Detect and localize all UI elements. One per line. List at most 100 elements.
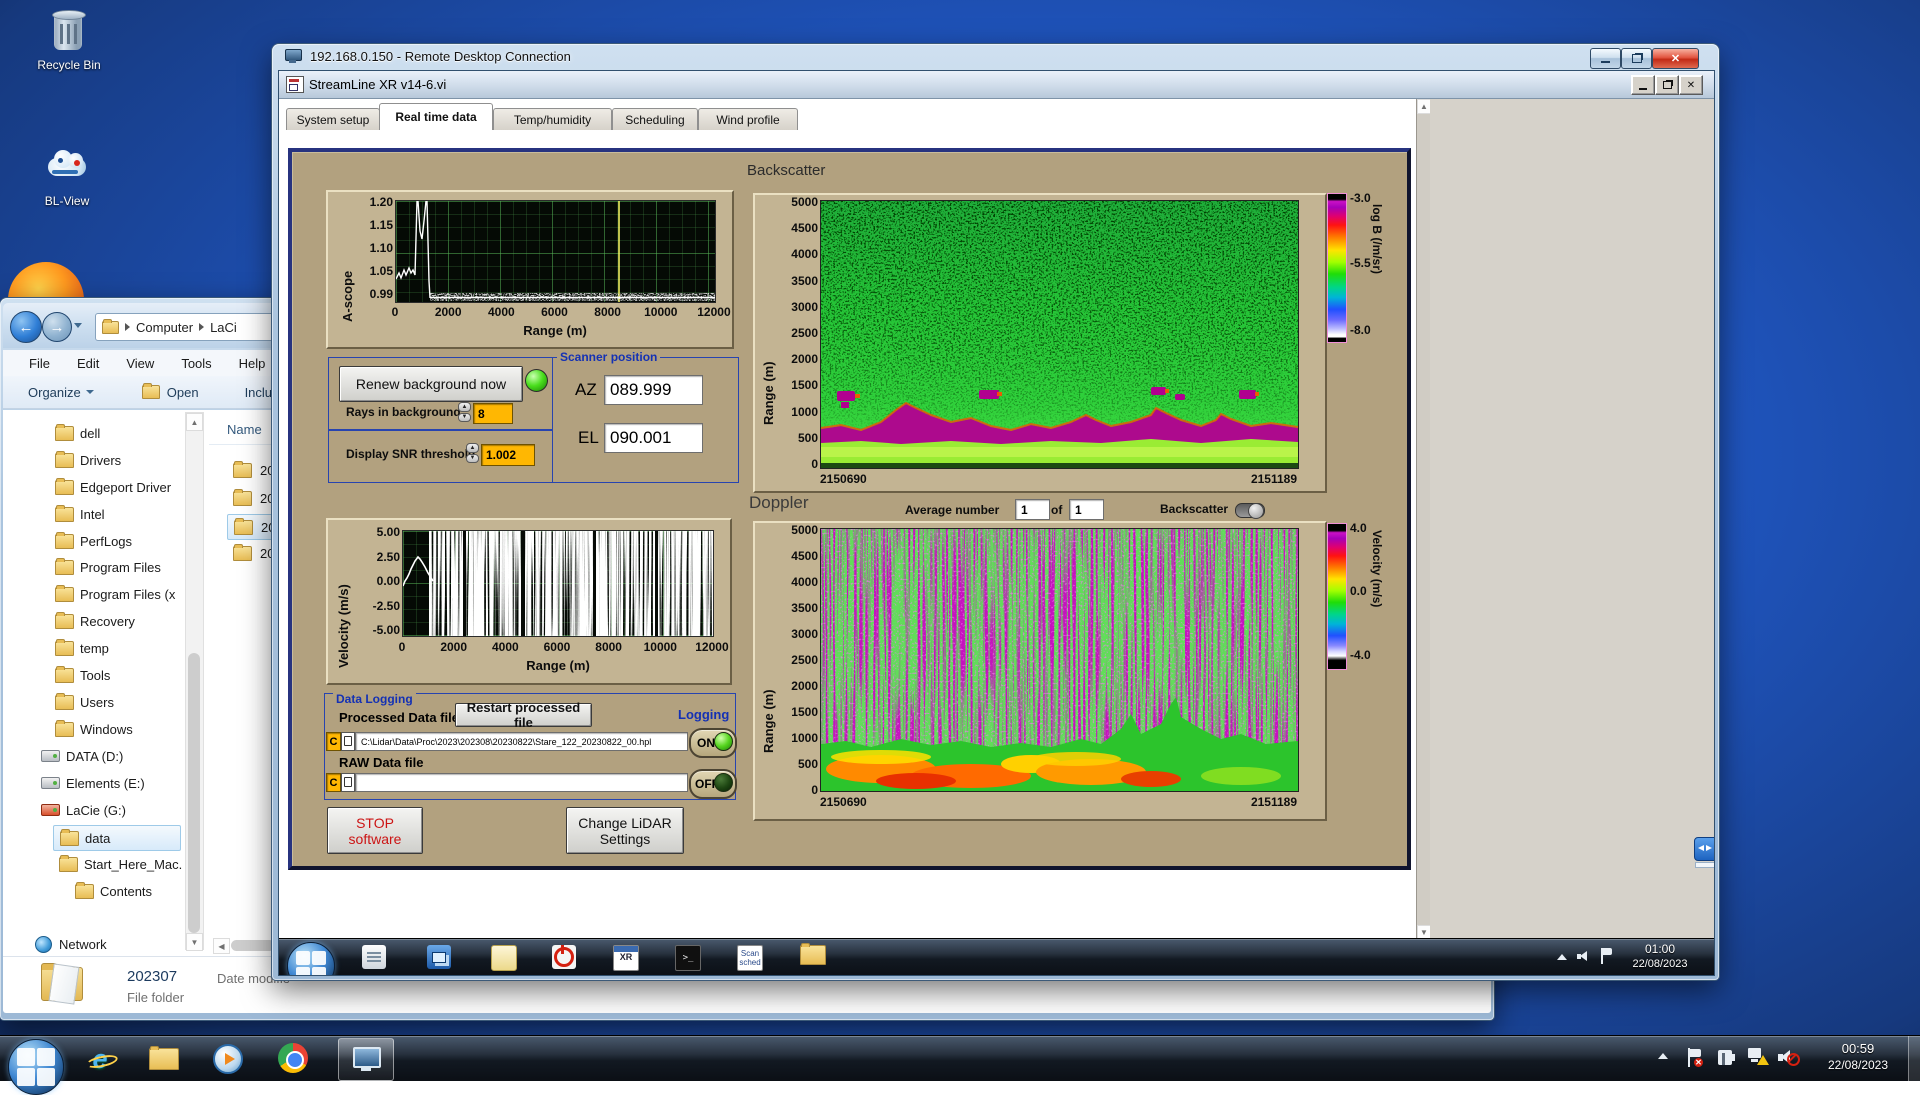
- nav-history-dropdown-icon[interactable]: [74, 323, 82, 328]
- snr-value-field[interactable]: 1.002: [481, 444, 535, 466]
- raw-drive-letter[interactable]: C: [326, 773, 341, 792]
- tree-item-dell[interactable]: dell: [55, 421, 100, 445]
- rdp-taskbar-button-active[interactable]: [338, 1038, 394, 1081]
- tree-item-network[interactable]: Network: [35, 932, 107, 956]
- stop-software-button[interactable]: STOP software: [327, 807, 423, 854]
- forward-button[interactable]: →: [42, 312, 72, 342]
- file-item[interactable]: 20: [233, 458, 274, 482]
- menu-help[interactable]: Help: [239, 356, 266, 371]
- column-header-name[interactable]: Name: [227, 422, 262, 437]
- remote-xr-app-icon[interactable]: XR: [613, 945, 639, 971]
- tree-item-program-files-x86[interactable]: Program Files (x: [55, 582, 175, 606]
- tree-item-intel[interactable]: Intel: [55, 502, 105, 526]
- tab-temp-humidity[interactable]: Temp/humidity: [493, 108, 612, 130]
- processed-data-file-path[interactable]: C:\Lidar\Data\Proc\2023\202308\20230822\…: [355, 732, 688, 751]
- tray-expand-icon[interactable]: [1658, 1053, 1668, 1059]
- tree-item-edgeport[interactable]: Edgeport Driver: [55, 475, 171, 499]
- raw-data-file-path[interactable]: [355, 773, 688, 792]
- include-in-library-button[interactable]: Inclu: [245, 385, 272, 400]
- remote-flag-icon[interactable]: [1601, 948, 1613, 964]
- rdp-close-button[interactable]: ✕: [1652, 48, 1699, 69]
- rdp-restore-button[interactable]: [1621, 48, 1652, 69]
- tree-item-users[interactable]: Users: [55, 690, 114, 714]
- tree-item-temp[interactable]: temp: [55, 636, 109, 660]
- remote-notes-icon[interactable]: [491, 945, 517, 971]
- remote-start-button[interactable]: [287, 942, 335, 975]
- teamviewer-icon[interactable]: [1694, 837, 1714, 869]
- remote-notepad-icon[interactable]: [362, 945, 386, 969]
- explorer-taskbar-icon[interactable]: [148, 1045, 180, 1073]
- processed-logging-toggle-on[interactable]: ON: [689, 728, 737, 758]
- breadcrumb-lacie[interactable]: LaCi: [210, 320, 237, 335]
- start-button[interactable]: [8, 1039, 64, 1095]
- tab-system-setup[interactable]: System setup: [286, 108, 380, 130]
- average-number-field[interactable]: 1: [1015, 499, 1050, 520]
- tree-item-program-files[interactable]: Program Files: [55, 555, 161, 579]
- back-button[interactable]: ←: [10, 311, 42, 343]
- renew-background-button[interactable]: Renew background now: [339, 366, 523, 402]
- tree-item-drivers[interactable]: Drivers: [55, 448, 121, 472]
- restart-processed-file-button[interactable]: Restart processed file: [455, 700, 592, 730]
- vi-close-button[interactable]: ✕: [1679, 75, 1703, 95]
- decrement-icon[interactable]: ▼: [466, 453, 479, 463]
- tree-item-lacie-g[interactable]: LaCie (G:): [41, 798, 126, 822]
- clock[interactable]: 00:59 22/08/2023: [1812, 1041, 1904, 1073]
- tree-item-data-selected[interactable]: data: [53, 825, 181, 851]
- processed-drive-letter[interactable]: C: [326, 732, 341, 751]
- remote-scan-sched-icon[interactable]: Scan sched: [737, 945, 763, 971]
- open-button[interactable]: Open: [167, 385, 199, 400]
- tab-real-time-data[interactable]: Real time data: [379, 103, 493, 130]
- tab-scheduling[interactable]: Scheduling: [612, 108, 698, 130]
- remote-tray-expand-icon[interactable]: [1557, 954, 1567, 960]
- remote-shutdown-icon[interactable]: [552, 945, 576, 969]
- hscroll-left-icon[interactable]: ◀: [213, 938, 230, 954]
- tree-item-recovery[interactable]: Recovery: [55, 609, 135, 633]
- vi-restore-button[interactable]: [1655, 75, 1679, 95]
- tab-wind-profile[interactable]: Wind profile: [698, 108, 798, 130]
- organize-button[interactable]: Organize: [28, 385, 81, 400]
- rays-value-field[interactable]: 8: [473, 403, 513, 424]
- raw-browse-icon[interactable]: [341, 773, 355, 792]
- rdp-minimize-button[interactable]: [1590, 48, 1621, 69]
- remote-volume-icon[interactable]: [1577, 951, 1587, 962]
- tree-scrollbar[interactable]: ▲ ▼: [185, 412, 204, 951]
- backscatter-toggle[interactable]: [1235, 503, 1265, 519]
- rays-spinner[interactable]: ▲ ▼: [458, 402, 471, 422]
- change-lidar-settings-button[interactable]: Change LiDAR Settings: [566, 807, 684, 854]
- vi-minimize-button[interactable]: [1631, 75, 1655, 95]
- file-item[interactable]: 20: [233, 541, 274, 565]
- hscroll-thumb[interactable]: [231, 940, 275, 951]
- remote-cmd-icon[interactable]: >_: [675, 945, 701, 971]
- remote-folder-icon[interactable]: [800, 943, 826, 967]
- tree-item-windows[interactable]: Windows: [55, 717, 133, 741]
- media-player-icon[interactable]: [212, 1043, 244, 1075]
- network-icon[interactable]: [1748, 1048, 1769, 1066]
- internet-explorer-icon[interactable]: e: [84, 1043, 119, 1075]
- scroll-down-icon[interactable]: ▼: [186, 933, 203, 951]
- action-center-flag-icon[interactable]: ✕: [1688, 1048, 1703, 1067]
- scroll-up-icon[interactable]: ▲: [186, 413, 203, 431]
- menu-view[interactable]: View: [126, 356, 154, 371]
- tree-item-tools[interactable]: Tools: [55, 663, 110, 687]
- breadcrumb-computer[interactable]: Computer: [136, 320, 193, 335]
- tree-item-data-d[interactable]: DATA (D:): [41, 744, 123, 768]
- file-item[interactable]: 20: [233, 486, 274, 510]
- remote-clock[interactable]: 01:00 22/08/2023: [1627, 942, 1693, 972]
- average-total-field[interactable]: 1: [1069, 499, 1104, 520]
- scroll-up-icon[interactable]: ▲: [1417, 99, 1431, 114]
- increment-icon[interactable]: ▲: [458, 402, 471, 412]
- menu-tools[interactable]: Tools: [181, 356, 211, 371]
- snr-spinner[interactable]: ▲ ▼: [466, 443, 479, 463]
- vi-scrollbar[interactable]: ▲ ▼: [1416, 99, 1431, 940]
- tree-item-elements-e[interactable]: Elements (E:): [41, 771, 145, 795]
- raw-logging-toggle-off[interactable]: OFF: [689, 769, 737, 799]
- battery-icon[interactable]: [1718, 1050, 1736, 1065]
- tree-item-perflogs[interactable]: PerfLogs: [55, 529, 132, 553]
- chrome-icon[interactable]: [278, 1043, 308, 1073]
- menu-edit[interactable]: Edit: [77, 356, 99, 371]
- tree-scrollbar-thumb[interactable]: [188, 653, 200, 933]
- decrement-icon[interactable]: ▼: [458, 412, 471, 422]
- remote-display-icon[interactable]: [427, 945, 451, 969]
- volume-muted-icon[interactable]: [1778, 1049, 1800, 1066]
- processed-browse-icon[interactable]: [341, 732, 355, 751]
